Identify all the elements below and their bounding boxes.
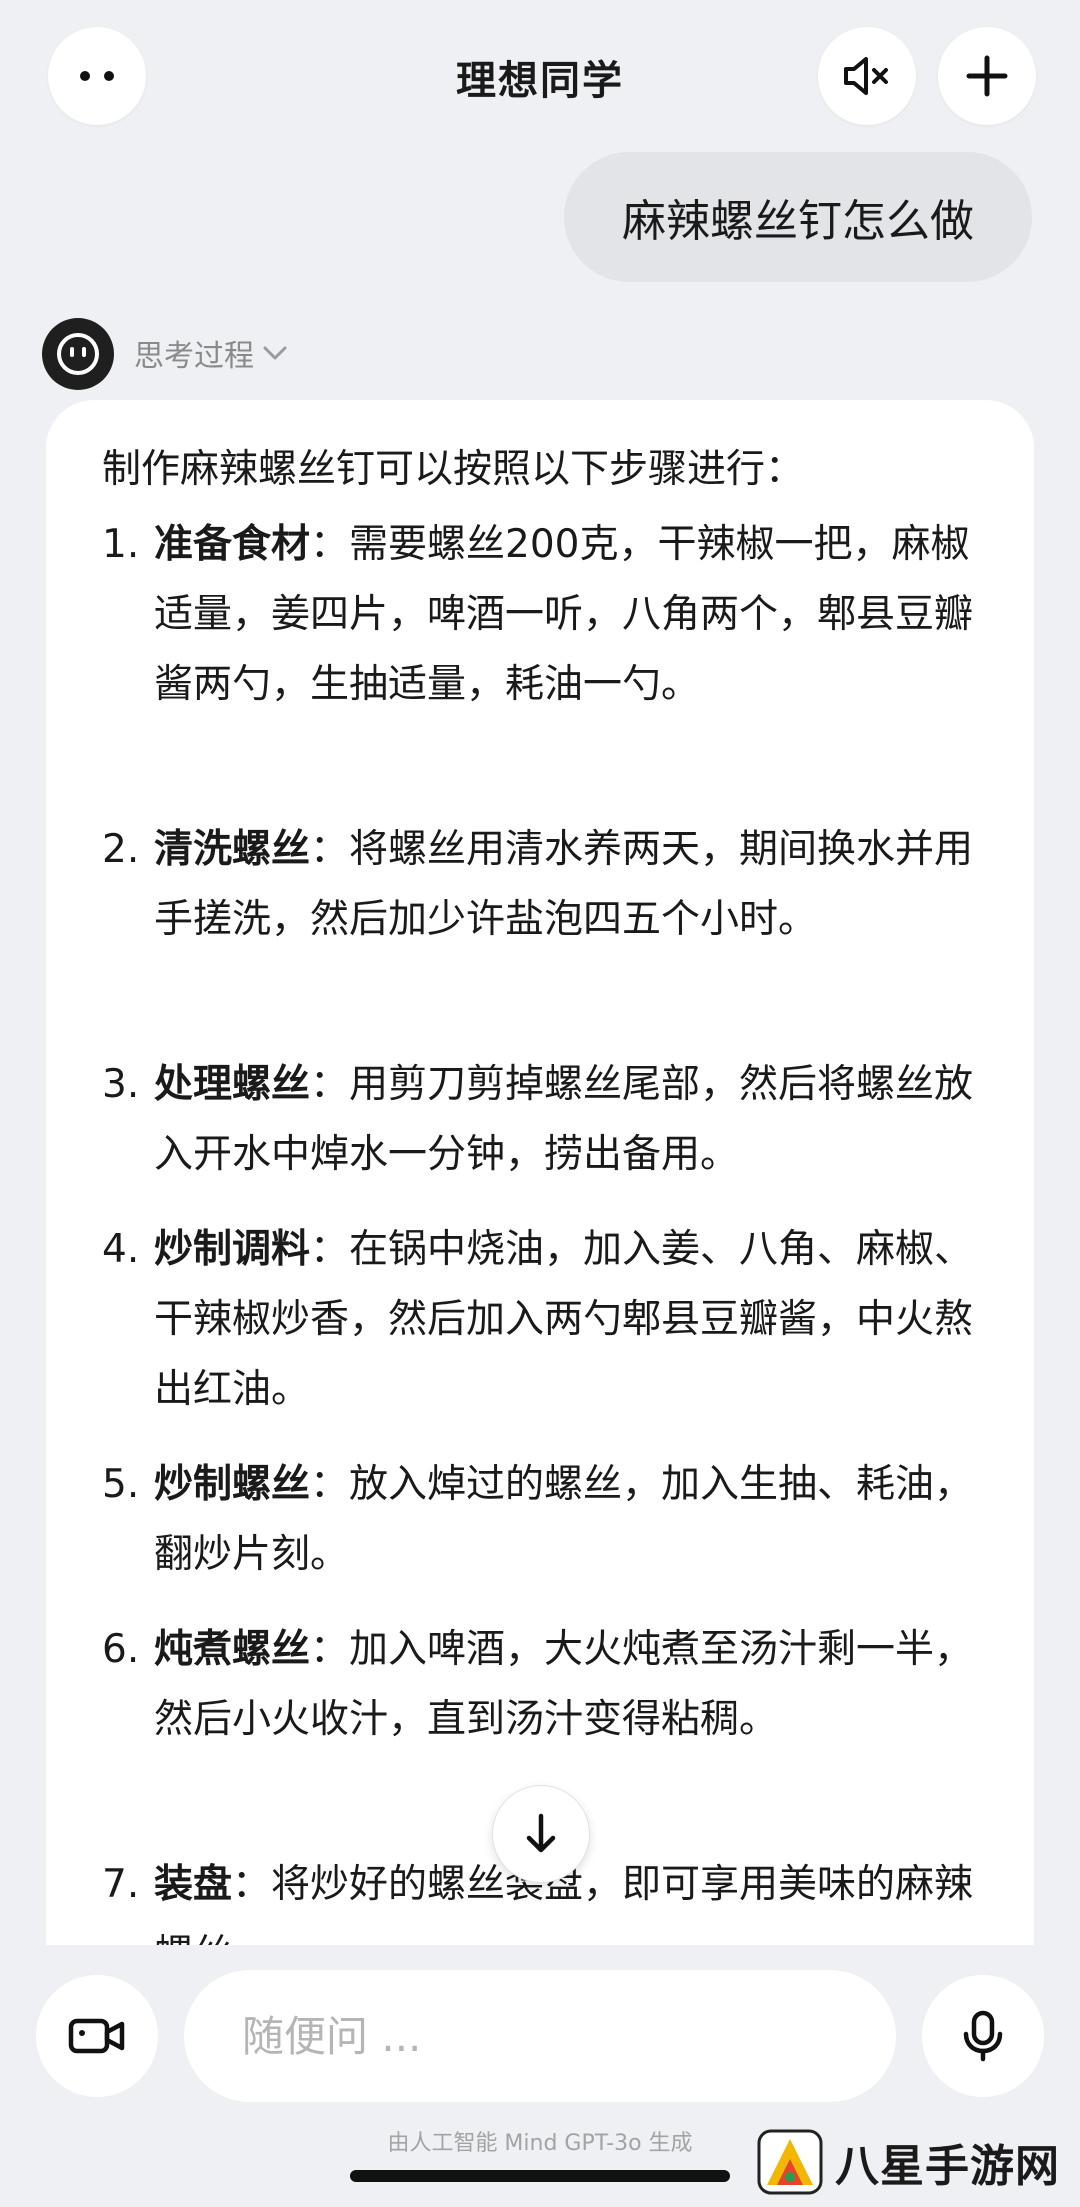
- recipe-step: 2. 清洗螺丝：将螺丝用清水养两天，期间换水并用手搓洗，然后加少许盐泡四五个小时…: [102, 815, 1002, 955]
- step-title: 炖煮螺丝: [154, 1627, 311, 1672]
- step-separator: ：: [310, 522, 350, 567]
- recipe-step: 3. 处理螺丝：用剪刀剪掉螺丝尾部，然后将螺丝放入开水中焯水一分钟，捞出备用。: [102, 1050, 1002, 1190]
- step-separator: ：: [310, 827, 350, 872]
- mute-button[interactable]: [818, 27, 916, 125]
- recipe-step: 4. 炒制调料：在锅中烧油，加入姜、八角、麻椒、干辣椒炒香，然后加入两勺郫县豆瓣…: [102, 1215, 1002, 1425]
- step-separator: ：: [310, 1227, 350, 1272]
- step-number: 1.: [102, 522, 140, 567]
- speaker-muted-icon: [844, 57, 888, 95]
- chevron-down-icon: [263, 346, 287, 360]
- step-title: 装盘: [154, 1862, 233, 1907]
- step-separator: ：: [310, 1627, 350, 1672]
- site-watermark: 八星手游网: [755, 2123, 1060, 2201]
- step-number: 7.: [102, 1862, 140, 1907]
- user-message-bubble: 麻辣螺丝钉怎么做: [564, 152, 1032, 282]
- step-separator: ：: [310, 1062, 350, 1107]
- answer-intro: 制作麻辣螺丝钉可以按照以下步骤进行：: [102, 447, 805, 492]
- composer-bar: 由人工智能 Mind GPT-3o 生成 八星手游网: [0, 1945, 1080, 2207]
- step-number: 5.: [102, 1462, 140, 1507]
- scroll-to-bottom-button[interactable]: [492, 1785, 590, 1883]
- step-number: 4.: [102, 1227, 140, 1272]
- step-separator: ：: [310, 1462, 350, 1507]
- plus-icon: [966, 55, 1008, 97]
- watermark-logo-icon: [757, 2129, 823, 2195]
- step-title: 炒制螺丝: [154, 1462, 311, 1507]
- step-number: 2.: [102, 827, 140, 872]
- step-title: 清洗螺丝: [154, 827, 311, 872]
- video-call-button[interactable]: [36, 1975, 158, 2097]
- home-indicator: [350, 2170, 730, 2182]
- step-title: 准备食材: [154, 522, 311, 567]
- thinking-process-toggle[interactable]: 思考过程: [134, 330, 288, 376]
- recipe-step: 1. 准备食材：需要螺丝200克，干辣椒一把，麻椒适量，姜四片，啤酒一听，八角两…: [102, 510, 1002, 720]
- assistant-answer-card: 制作麻辣螺丝钉可以按照以下步骤进行： 1. 准备食材：需要螺丝200克，干辣椒一…: [46, 400, 1034, 1945]
- chat-input[interactable]: [240, 2010, 896, 2062]
- microphone-icon: [963, 2010, 1003, 2062]
- step-separator: ：: [232, 1862, 272, 1907]
- new-chat-button[interactable]: [938, 27, 1036, 125]
- step-number: 3.: [102, 1062, 140, 1107]
- watermark-text: 八星手游网: [835, 2141, 1060, 2192]
- page-title: 理想同学: [456, 58, 624, 104]
- video-camera-icon: [68, 2018, 125, 2054]
- thinking-label: 思考过程: [134, 339, 254, 374]
- voice-input-button[interactable]: [922, 1975, 1044, 2097]
- recipe-step: 5. 炒制螺丝：放入焯过的螺丝，加入生抽、耗油，翻炒片刻。: [102, 1450, 1002, 1590]
- chat-input-box[interactable]: [184, 1970, 896, 2102]
- step-title: 炒制调料: [154, 1227, 311, 1272]
- robot-face-icon: [57, 333, 99, 375]
- arrow-down-icon: [526, 1813, 556, 1853]
- step-title: 处理螺丝: [154, 1062, 311, 1107]
- user-message-text: 麻辣螺丝钉怎么做: [622, 196, 974, 247]
- assistant-avatar: [42, 318, 114, 390]
- step-number: 6.: [102, 1627, 140, 1672]
- recipe-step: 6. 炖煮螺丝：加入啤酒，大火炖煮至汤汁剩一半，然后小火收汁，直到汤汁变得粘稠。: [102, 1615, 1002, 1755]
